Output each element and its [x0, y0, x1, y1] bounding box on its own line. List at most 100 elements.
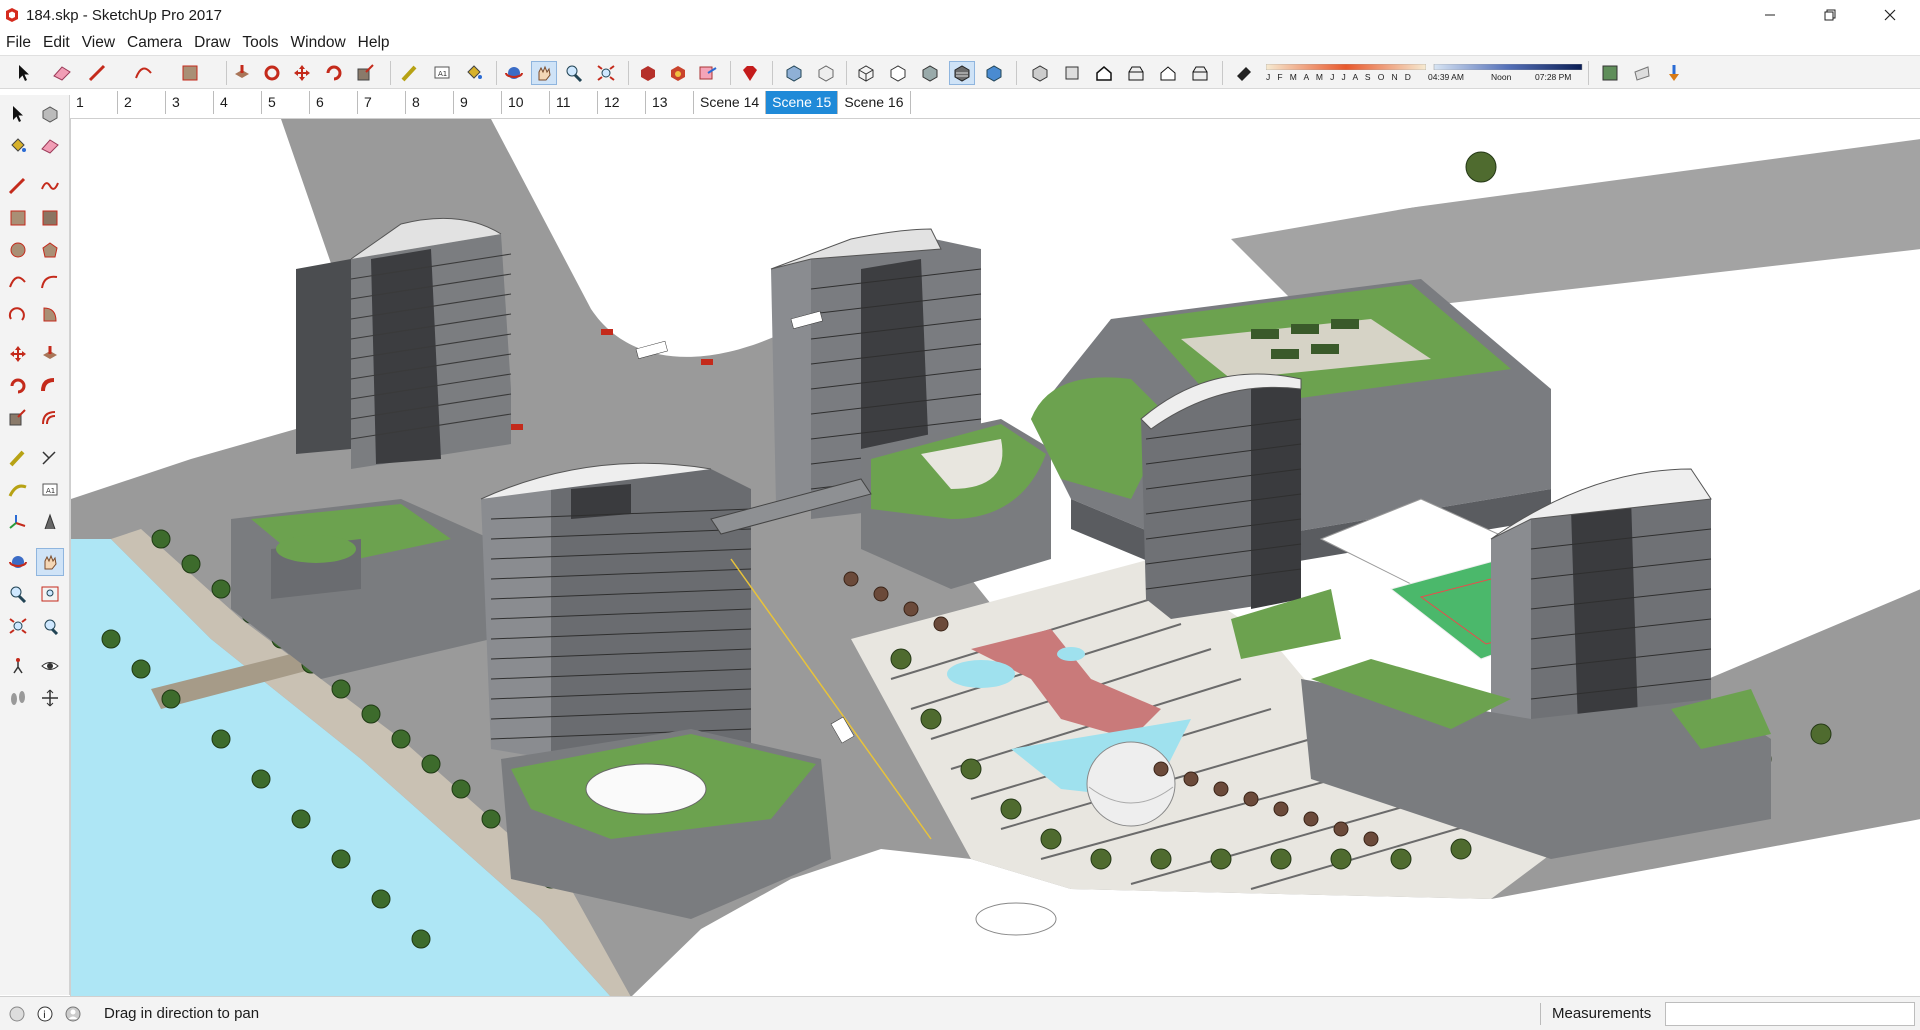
move-icon[interactable]: [290, 62, 314, 84]
rotate-icon[interactable]: [322, 62, 346, 84]
scene-tab[interactable]: 8: [406, 91, 454, 114]
move-icon[interactable]: [5, 341, 31, 367]
offset-icon[interactable]: [37, 405, 63, 431]
monochrome-icon[interactable]: [982, 62, 1006, 84]
scene-tab[interactable]: 5: [262, 91, 310, 114]
make-component-icon[interactable]: [37, 101, 63, 127]
arc-icon[interactable]: [5, 269, 31, 295]
zoom-extents-icon[interactable]: [594, 62, 618, 84]
shaded-icon[interactable]: [918, 62, 942, 84]
shaded-textures-icon[interactable]: [949, 61, 975, 85]
orbit-icon[interactable]: [5, 549, 31, 575]
menu-help[interactable]: Help: [352, 30, 396, 55]
rotated-rectangle-icon[interactable]: [37, 205, 63, 231]
pie-icon[interactable]: [37, 301, 63, 327]
scale-icon[interactable]: [354, 62, 378, 84]
menu-view[interactable]: View: [76, 30, 121, 55]
eraser-icon[interactable]: [37, 133, 63, 159]
text-icon[interactable]: A1: [37, 477, 63, 503]
top-view-icon[interactable]: [1060, 62, 1084, 84]
credits-icon[interactable]: i: [34, 1003, 56, 1025]
scale-icon[interactable]: [5, 405, 31, 431]
previous-view-icon[interactable]: [37, 613, 63, 639]
back-edges-icon[interactable]: [814, 62, 838, 84]
menu-tools[interactable]: Tools: [236, 30, 284, 55]
zoom-window-icon[interactable]: [37, 581, 63, 607]
paint-bucket-icon[interactable]: [462, 62, 486, 84]
minimize-button[interactable]: [1740, 0, 1800, 30]
shadow-month-slider[interactable]: J F M A M J J A S O N D: [1266, 64, 1426, 82]
pan-icon[interactable]: [36, 548, 64, 576]
iso-view-icon[interactable]: [1028, 62, 1052, 84]
model-viewport[interactable]: [70, 118, 1920, 996]
rotate-icon[interactable]: [5, 373, 31, 399]
restore-button[interactable]: [1800, 0, 1860, 30]
menu-window[interactable]: Window: [285, 30, 352, 55]
walk-icon[interactable]: [5, 685, 31, 711]
push-pull-icon[interactable]: [37, 341, 63, 367]
3d-warehouse-icon[interactable]: [636, 62, 660, 84]
menu-file[interactable]: File: [0, 30, 37, 55]
section-plane-icon[interactable]: [37, 685, 63, 711]
user-account-icon[interactable]: [62, 1003, 84, 1025]
rectangle-icon[interactable]: [5, 205, 31, 231]
protractor-icon[interactable]: [5, 477, 31, 503]
menu-edit[interactable]: Edit: [37, 30, 76, 55]
scene-tab[interactable]: 11: [550, 91, 598, 114]
extension-warehouse-icon[interactable]: [666, 62, 690, 84]
select-icon[interactable]: [12, 62, 36, 84]
circle-icon[interactable]: [5, 237, 31, 263]
dimension-icon[interactable]: [37, 445, 63, 471]
scene-tab[interactable]: 7: [358, 91, 406, 114]
scene-tab-14[interactable]: Scene 14: [694, 91, 767, 114]
measurements-field[interactable]: [1665, 1002, 1915, 1026]
menu-draw[interactable]: Draw: [188, 30, 236, 55]
arc-icon[interactable]: [132, 62, 156, 84]
add-location-icon[interactable]: [1662, 62, 1686, 84]
scene-tab[interactable]: 13: [646, 91, 694, 114]
tape-measure-icon[interactable]: [398, 62, 422, 84]
tape-measure-icon[interactable]: [5, 445, 31, 471]
follow-me-icon[interactable]: [260, 62, 284, 84]
hidden-line-icon[interactable]: [886, 62, 910, 84]
shadows-icon[interactable]: [1232, 62, 1256, 84]
ruby-icon[interactable]: [738, 62, 762, 84]
fog-icon[interactable]: [1630, 62, 1654, 84]
look-around-icon[interactable]: [37, 653, 63, 679]
zoom-icon[interactable]: [5, 581, 31, 607]
left-view-icon[interactable]: [1188, 62, 1212, 84]
geolocation-icon[interactable]: [6, 1003, 28, 1025]
close-button[interactable]: [1860, 0, 1920, 30]
push-pull-icon[interactable]: [230, 62, 254, 84]
zoom-icon[interactable]: [562, 62, 586, 84]
layout-icon[interactable]: [696, 62, 720, 84]
paint-bucket-icon[interactable]: [5, 133, 31, 159]
follow-me-icon[interactable]: [37, 373, 63, 399]
3d-text-icon[interactable]: [37, 509, 63, 535]
scene-tab[interactable]: 6: [310, 91, 358, 114]
pan-icon[interactable]: [531, 61, 557, 85]
line-icon[interactable]: [5, 173, 31, 199]
scene-tab[interactable]: 9: [454, 91, 502, 114]
text-icon[interactable]: A1: [430, 62, 454, 84]
scene-tab-15-active[interactable]: Scene 15: [766, 91, 839, 114]
scene-tab[interactable]: 3: [166, 91, 214, 114]
orbit-icon[interactable]: [502, 62, 526, 84]
wireframe-icon[interactable]: [854, 62, 878, 84]
menu-camera[interactable]: Camera: [121, 30, 188, 55]
axes-icon[interactable]: [5, 509, 31, 535]
scene-tab[interactable]: 1: [70, 91, 118, 114]
select-icon[interactable]: [5, 101, 31, 127]
position-camera-icon[interactable]: [5, 653, 31, 679]
scene-tab[interactable]: 4: [214, 91, 262, 114]
three-point-arc-icon[interactable]: [5, 301, 31, 327]
back-view-icon[interactable]: [1156, 62, 1180, 84]
front-view-icon[interactable]: [1092, 62, 1116, 84]
rectangle-icon[interactable]: [178, 62, 202, 84]
xray-icon[interactable]: [782, 62, 806, 84]
section-plane-icon[interactable]: [1598, 62, 1622, 84]
eraser-icon[interactable]: [50, 62, 74, 84]
scene-tab[interactable]: 2: [118, 91, 166, 114]
right-view-icon[interactable]: [1124, 62, 1148, 84]
scene-tab-16[interactable]: Scene 16: [838, 91, 911, 114]
